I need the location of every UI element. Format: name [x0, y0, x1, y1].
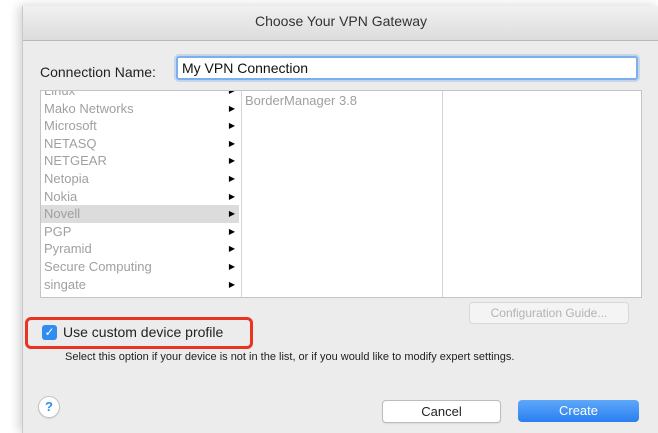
disclosure-arrow-icon: ▶	[228, 226, 235, 236]
disclosure-arrow-icon: ▶	[228, 244, 235, 254]
vendor-item[interactable]: PGP ▶	[41, 223, 239, 241]
disclosure-arrow-icon: ▶	[228, 261, 235, 271]
vendor-item[interactable]: Secure Computing ▶	[41, 258, 239, 276]
vendor-item[interactable]: Pyramid ▶	[41, 240, 239, 258]
window-title: Choose Your VPN Gateway	[23, 6, 658, 41]
vendor-item-label: Microsoft	[44, 118, 97, 134]
vendor-list: Linux▶Mako Networks▶Microsoft▶NETASQ▶NET…	[41, 91, 239, 293]
vendor-item-label: Secure Computing	[44, 258, 152, 274]
disclosure-arrow-icon: ▶	[228, 173, 235, 183]
disclosure-arrow-icon: ▶	[228, 279, 235, 289]
vendor-column[interactable]: Linux▶Mako Networks▶Microsoft▶NETASQ▶NET…	[41, 91, 239, 297]
vendor-item-label: PGP	[44, 223, 72, 239]
create-button[interactable]: Create	[518, 400, 639, 422]
connection-name-label: Connection Name:	[40, 64, 156, 80]
disclosure-arrow-icon: ▶	[228, 156, 235, 166]
vendor-item[interactable]: NETASQ ▶	[41, 135, 239, 153]
disclosure-arrow-icon: ▶	[228, 191, 235, 201]
product-list: BorderManager 3.8	[242, 92, 442, 110]
vendor-item[interactable]: Linux ▶	[41, 91, 239, 100]
vendor-item-label: NETGEAR	[44, 153, 107, 169]
disclosure-arrow-icon: ▶	[228, 138, 235, 148]
checkmark-icon: ✓	[44, 325, 55, 339]
vendor-item[interactable]: singate ▶	[41, 276, 239, 294]
product-item[interactable]: BorderManager 3.8	[242, 92, 442, 110]
connection-name-input[interactable]	[176, 56, 638, 80]
disclosure-arrow-icon: ▶	[228, 103, 235, 113]
vendor-item-label: Novell	[44, 206, 81, 222]
vendor-item[interactable]: Netopia ▶	[41, 170, 239, 188]
vendor-item[interactable]: NETGEAR ▶	[41, 152, 239, 170]
custom-profile-help-text: Select this option if your device is not…	[65, 351, 515, 363]
vendor-item[interactable]: Nokia ▶	[41, 188, 239, 206]
configuration-guide-button[interactable]: Configuration Guide...	[469, 302, 629, 324]
vendor-item-label: Netopia	[44, 170, 89, 186]
disclosure-arrow-icon: ▶	[228, 121, 235, 131]
vendor-item[interactable]: Novell ▶	[41, 205, 239, 223]
disclosure-arrow-icon: ▶	[228, 209, 235, 219]
cancel-button[interactable]: Cancel	[382, 400, 501, 423]
custom-profile-checkbox[interactable]: ✓	[42, 325, 57, 340]
detail-column	[442, 91, 641, 297]
vendor-item-label: Pyramid	[44, 241, 92, 257]
vendor-item[interactable]: Mako Networks ▶	[41, 100, 239, 118]
vendor-item[interactable]: Microsoft ▶	[41, 117, 239, 135]
gateway-browser: Linux▶Mako Networks▶Microsoft▶NETASQ▶NET…	[40, 90, 642, 298]
disclosure-arrow-icon: ▶	[229, 91, 235, 100]
vpn-gateway-dialog: Choose Your VPN Gateway Connection Name:…	[22, 6, 658, 433]
product-column[interactable]: BorderManager 3.8	[241, 91, 442, 297]
vendor-item-label: NETASQ	[44, 135, 97, 151]
custom-profile-label[interactable]: Use custom device profile	[63, 324, 223, 340]
vendor-item-label: Mako Networks	[44, 100, 134, 116]
vendor-item-label: Nokia	[44, 188, 78, 204]
vendor-item-label: Linux	[44, 91, 75, 98]
vendor-item-label: singate	[44, 276, 86, 292]
help-button[interactable]: ?	[38, 396, 60, 418]
